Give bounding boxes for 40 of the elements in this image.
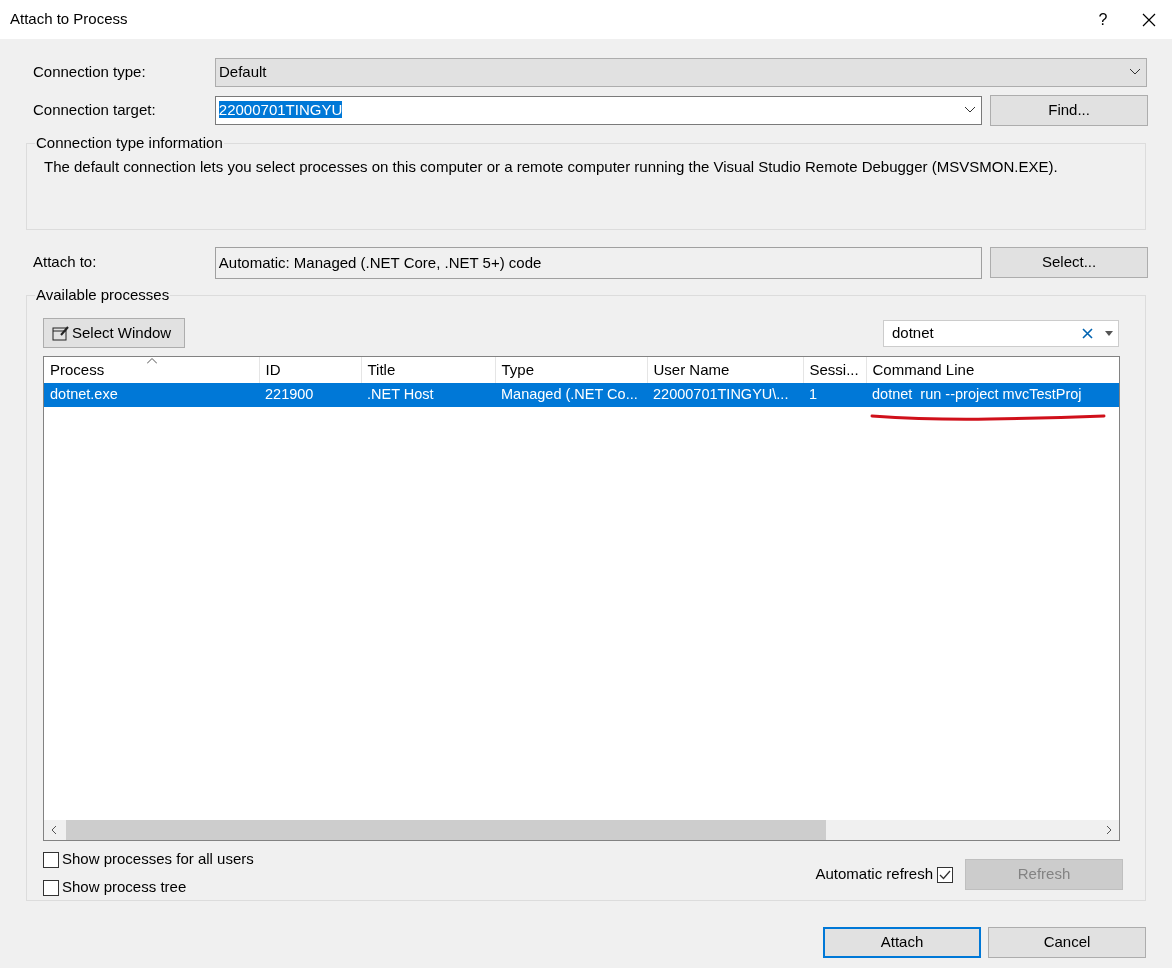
connection-target-field[interactable]: 22000701TINGYU (214, 95, 983, 125)
table-cell: dotnet.exe (50, 386, 118, 403)
chevron-down-icon (1129, 68, 1141, 76)
checkbox-label: Show process tree (62, 877, 187, 898)
filter-field[interactable]: dotnet (883, 319, 1119, 347)
cancel-button[interactable]: Cancel (988, 927, 1146, 958)
select-button[interactable]: Select... (990, 247, 1148, 278)
checkbox-label: Automatic refresh (815, 864, 933, 885)
info-text: The default connection lets you select processes on this computer or a remote computer running the Visual Studio Remote Debugger (MSVSMON.EXE). (44, 157, 1059, 177)
checkbox[interactable] (43, 879, 59, 896)
field-label: Attach to: (32, 252, 98, 273)
clear-icon (1082, 327, 1093, 339)
horizontal-scrollbar[interactable] (44, 820, 1119, 840)
window-edit-icon (52, 325, 70, 341)
caret-icon (1105, 330, 1113, 336)
table-cell: dotnet run --project mvcTestProj (872, 386, 1082, 403)
help-button[interactable]: ? (1080, 0, 1126, 39)
table-cell: Managed (.NET Co... (501, 386, 638, 403)
table-cell: 22000701TINGYU\... (653, 386, 789, 403)
scroll-left-icon (51, 825, 57, 835)
chevron-down-icon (964, 106, 977, 114)
close-icon (1142, 12, 1156, 27)
checkbox[interactable] (43, 851, 59, 868)
automatic-refresh-checkbox[interactable] (937, 866, 953, 883)
attach-to-field: Automatic: Managed (.NET Core, .NET 5+) code (214, 246, 983, 279)
table-cell: 221900 (265, 386, 314, 403)
table-cell: .NET Host (367, 386, 434, 403)
select-window-button[interactable]: Select Window (43, 318, 185, 348)
field-label: Connection target: (32, 99, 157, 120)
sort-caret-icon (147, 358, 157, 364)
scrollbar-thumb[interactable] (66, 820, 826, 840)
connection-type-dropdown[interactable]: Default (215, 57, 1147, 87)
checkbox-label: Show processes for all users (62, 849, 254, 870)
attach-button[interactable]: Attach (823, 927, 981, 958)
check-icon (939, 869, 951, 880)
scroll-right-icon (1106, 825, 1112, 835)
find-button[interactable]: Find... (990, 94, 1148, 126)
table-cell: 1 (809, 386, 818, 403)
field-label: Connection type: (32, 61, 147, 82)
window-title: Attach to Process (10, 9, 129, 30)
